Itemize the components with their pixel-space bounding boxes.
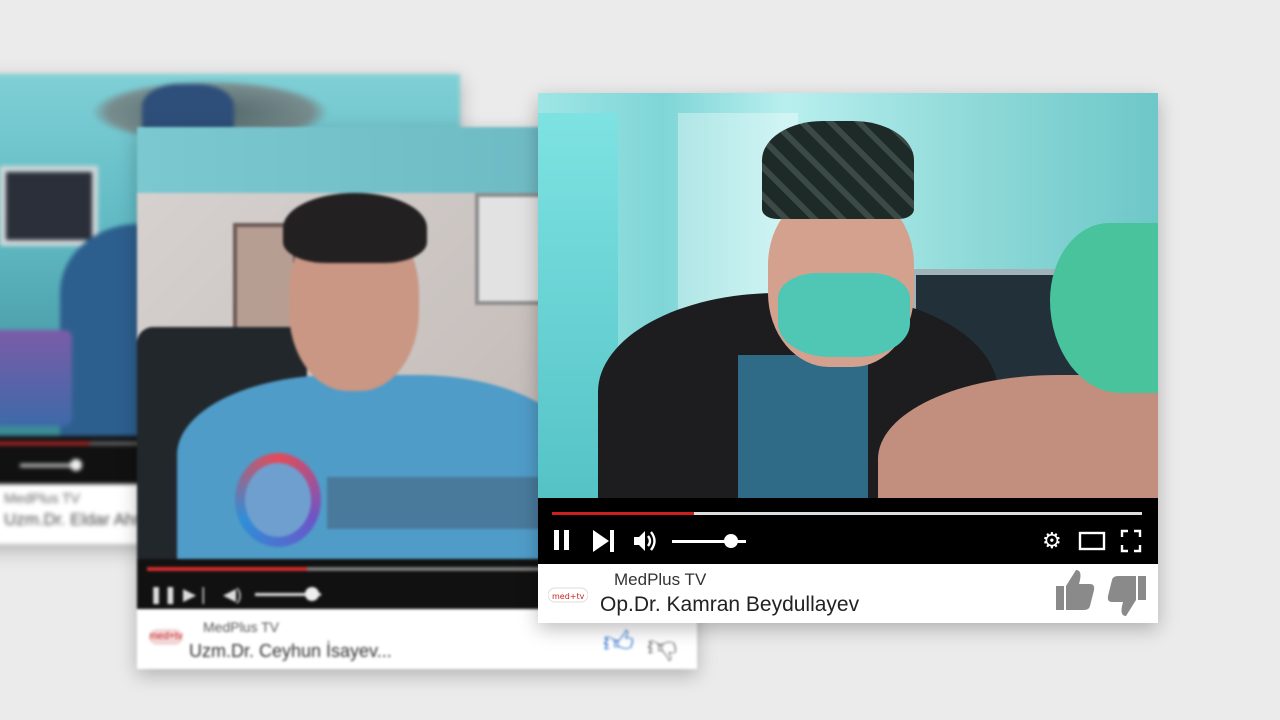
channel-logo: med+tv: [149, 629, 183, 645]
avatar: [245, 463, 311, 537]
surgeon-scrubs: [738, 355, 868, 498]
surgical-cap: [762, 121, 914, 219]
pause-icon[interactable]: ❚❚: [149, 585, 178, 605]
settings-button[interactable]: ⚙: [1042, 528, 1066, 554]
progress-fill: [0, 442, 90, 445]
video-title[interactable]: Uzm.Dr. Ceyhun İsayev...: [189, 641, 392, 662]
channel-logo: med+tv: [548, 587, 588, 603]
volume-button[interactable]: [632, 528, 658, 554]
person-body: [177, 375, 577, 559]
volume-icon: [634, 531, 656, 551]
next-button[interactable]: [590, 528, 618, 554]
fullscreen-button[interactable]: [1120, 528, 1142, 554]
volume-handle[interactable]: [70, 459, 82, 471]
volume-handle[interactable]: [305, 587, 319, 601]
theater-mode-icon: [1078, 531, 1106, 551]
thumbs-down-icon[interactable]: [1100, 574, 1146, 620]
settings-icon: ⚙: [1042, 528, 1062, 553]
pause-icon: [564, 530, 569, 550]
avatar: [0, 330, 72, 426]
volume-handle[interactable]: [724, 534, 738, 548]
channel-logo-text: med+tv: [552, 592, 585, 601]
next-icon: [593, 530, 614, 552]
progress-fill: [147, 567, 307, 571]
wall-frame: [475, 193, 547, 305]
person-hair: [283, 193, 427, 263]
channel-name[interactable]: MedPlus TV: [4, 490, 80, 506]
player-controls: ⚙: [538, 498, 1158, 564]
surgical-mask: [778, 273, 910, 357]
video-title[interactable]: Op.Dr. Kamran Beydullayev: [600, 593, 859, 617]
thumbs-up-icon[interactable]: 👍︎: [603, 625, 634, 661]
next-icon[interactable]: ▶❘: [183, 585, 210, 605]
pause-icon: [554, 530, 559, 550]
video-frame[interactable]: [538, 93, 1158, 498]
progress-fill: [552, 512, 694, 515]
channel-name[interactable]: MedPlus TV: [203, 619, 279, 635]
thumbs-up-icon[interactable]: [1052, 566, 1096, 612]
pause-button[interactable]: [552, 528, 572, 554]
channel-name[interactable]: MedPlus TV: [614, 570, 706, 590]
volume-icon[interactable]: ◀): [223, 585, 242, 605]
monitor: [0, 166, 98, 246]
thumbs-down-icon[interactable]: 👎︎: [647, 629, 677, 665]
fullscreen-icon: [1120, 529, 1142, 553]
video-info: med+tv MedPlus TV Op.Dr. Kamran Beydulla…: [538, 564, 1158, 623]
video-card-front[interactable]: ⚙ med+tv MedPlus TV Op.Dr. Kamran Beydul…: [538, 93, 1158, 623]
theater-mode-button[interactable]: [1078, 528, 1106, 554]
